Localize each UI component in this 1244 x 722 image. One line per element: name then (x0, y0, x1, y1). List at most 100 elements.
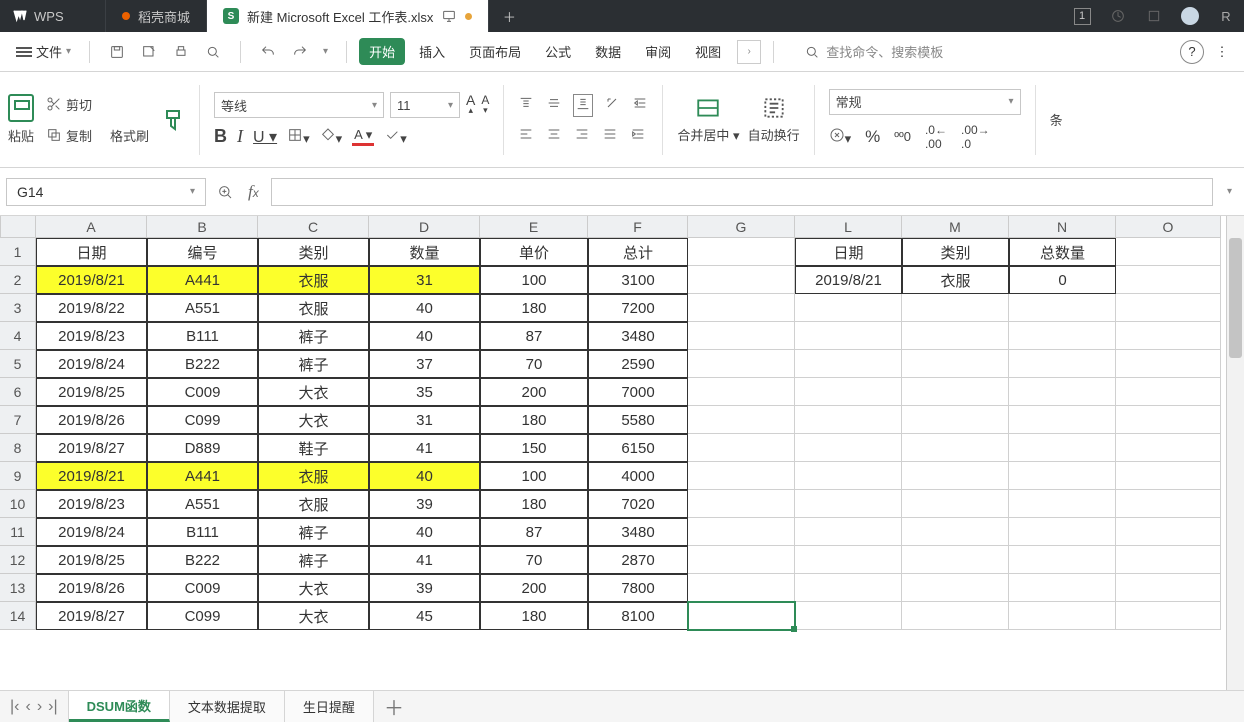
cell-E10[interactable]: 180 (480, 490, 588, 518)
cell-B7[interactable]: C099 (147, 406, 258, 434)
cell-M7[interactable] (902, 406, 1009, 434)
cell-G12[interactable] (688, 546, 795, 574)
cell-A2[interactable]: 2019/8/21 (36, 266, 147, 294)
cell-O1[interactable] (1116, 238, 1221, 266)
cell-M6[interactable] (902, 378, 1009, 406)
row-header-10[interactable]: 10 (0, 490, 36, 518)
row-header-12[interactable]: 12 (0, 546, 36, 574)
cell-M12[interactable] (902, 546, 1009, 574)
cell-O3[interactable] (1116, 294, 1221, 322)
zoom-fx-icon[interactable] (214, 181, 236, 203)
cell-N8[interactable] (1009, 434, 1116, 462)
chevron-down-icon[interactable]: ▾ (323, 46, 328, 57)
cell-C12[interactable]: 裤子 (258, 546, 369, 574)
inc-decimal-button[interactable]: .0←.00 (925, 123, 947, 151)
cell-E2[interactable]: 100 (480, 266, 588, 294)
sheet-nav-next-icon[interactable]: › (37, 698, 42, 716)
preview-icon[interactable] (204, 43, 222, 61)
wrap-text-button[interactable]: 自动换行 (748, 95, 800, 144)
cell-E13[interactable]: 200 (480, 574, 588, 602)
cell-G4[interactable] (688, 322, 795, 350)
cell-A3[interactable]: 2019/8/22 (36, 294, 147, 322)
col-header-F[interactable]: F (588, 216, 688, 238)
select-all-corner[interactable] (0, 216, 36, 238)
align-left-button[interactable] (518, 126, 534, 145)
cell-L8[interactable] (795, 434, 902, 462)
cell-G7[interactable] (688, 406, 795, 434)
cell-D5[interactable]: 37 (369, 350, 480, 378)
col-header-O[interactable]: O (1116, 216, 1221, 238)
fill-color-button[interactable]: ▾ (320, 127, 343, 147)
clear-format-button[interactable]: ▾ (384, 127, 407, 147)
cell-G3[interactable] (688, 294, 795, 322)
cell-D3[interactable]: 40 (369, 294, 480, 322)
row-header-8[interactable]: 8 (0, 434, 36, 462)
cell-A6[interactable]: 2019/8/25 (36, 378, 147, 406)
cell-D7[interactable]: 31 (369, 406, 480, 434)
cell-F9[interactable]: 4000 (588, 462, 688, 490)
sheet-nav-last-icon[interactable]: ›| (48, 698, 57, 716)
cell-E4[interactable]: 87 (480, 322, 588, 350)
cell-F12[interactable]: 2870 (588, 546, 688, 574)
cell-O5[interactable] (1116, 350, 1221, 378)
cell-B5[interactable]: B222 (147, 350, 258, 378)
align-top-button[interactable] (518, 95, 534, 116)
cell-M14[interactable] (902, 602, 1009, 630)
cell-M1[interactable]: 类别 (902, 238, 1009, 266)
cell-F6[interactable]: 7000 (588, 378, 688, 406)
redo-icon[interactable] (291, 43, 309, 61)
cell-A9[interactable]: 2019/8/21 (36, 462, 147, 490)
cell-D10[interactable]: 39 (369, 490, 480, 518)
cell-N10[interactable] (1009, 490, 1116, 518)
decrease-font-button[interactable]: A▾ (481, 95, 489, 115)
cut-button[interactable]: 剪切 (42, 93, 153, 116)
cell-N12[interactable] (1009, 546, 1116, 574)
cell-N3[interactable] (1009, 294, 1116, 322)
cell-C10[interactable]: 衣服 (258, 490, 369, 518)
cell-C11[interactable]: 裤子 (258, 518, 369, 546)
cell-O12[interactable] (1116, 546, 1221, 574)
cell-L2[interactable]: 2019/8/21 (795, 266, 902, 294)
cell-O14[interactable] (1116, 602, 1221, 630)
print-icon[interactable] (172, 43, 190, 61)
format-painter-button[interactable]: 格式刷 (106, 124, 153, 147)
cell-A8[interactable]: 2019/8/27 (36, 434, 147, 462)
command-search[interactable]: 查找命令、搜索模板 (786, 42, 1166, 61)
cell-D4[interactable]: 40 (369, 322, 480, 350)
cell-E9[interactable]: 100 (480, 462, 588, 490)
scroll-thumb[interactable] (1229, 238, 1242, 358)
cell-L11[interactable] (795, 518, 902, 546)
cell-A4[interactable]: 2019/8/23 (36, 322, 147, 350)
cell-G5[interactable] (688, 350, 795, 378)
cell-E12[interactable]: 70 (480, 546, 588, 574)
more-menu-icon[interactable]: ⋮ (1210, 44, 1234, 60)
indent-dec-button[interactable] (632, 95, 648, 116)
cell-M8[interactable] (902, 434, 1009, 462)
cell-C7[interactable]: 大衣 (258, 406, 369, 434)
col-header-D[interactable]: D (369, 216, 480, 238)
col-header-M[interactable]: M (902, 216, 1009, 238)
cell-G14[interactable] (688, 602, 795, 630)
cell-G2[interactable] (688, 266, 795, 294)
cell-D8[interactable]: 41 (369, 434, 480, 462)
paste-label[interactable]: 粘贴 (8, 126, 34, 145)
row-header-11[interactable]: 11 (0, 518, 36, 546)
cell-D12[interactable]: 41 (369, 546, 480, 574)
cell-O13[interactable] (1116, 574, 1221, 602)
cell-M13[interactable] (902, 574, 1009, 602)
cell-L13[interactable] (795, 574, 902, 602)
cell-N11[interactable] (1009, 518, 1116, 546)
cell-L14[interactable] (795, 602, 902, 630)
cell-F7[interactable]: 5580 (588, 406, 688, 434)
cell-C5[interactable]: 裤子 (258, 350, 369, 378)
more-tabs-button[interactable]: › (737, 40, 761, 64)
cell-C9[interactable]: 衣服 (258, 462, 369, 490)
cell-B6[interactable]: C009 (147, 378, 258, 406)
font-size-selector[interactable]: 11▾ (390, 92, 460, 118)
user-avatar[interactable] (1172, 7, 1208, 25)
cell-O4[interactable] (1116, 322, 1221, 350)
orientation-button[interactable] (604, 95, 620, 116)
cell-O2[interactable] (1116, 266, 1221, 294)
app-brand[interactable]: WPS (0, 0, 106, 32)
fx-label-icon[interactable]: fx (244, 182, 263, 202)
